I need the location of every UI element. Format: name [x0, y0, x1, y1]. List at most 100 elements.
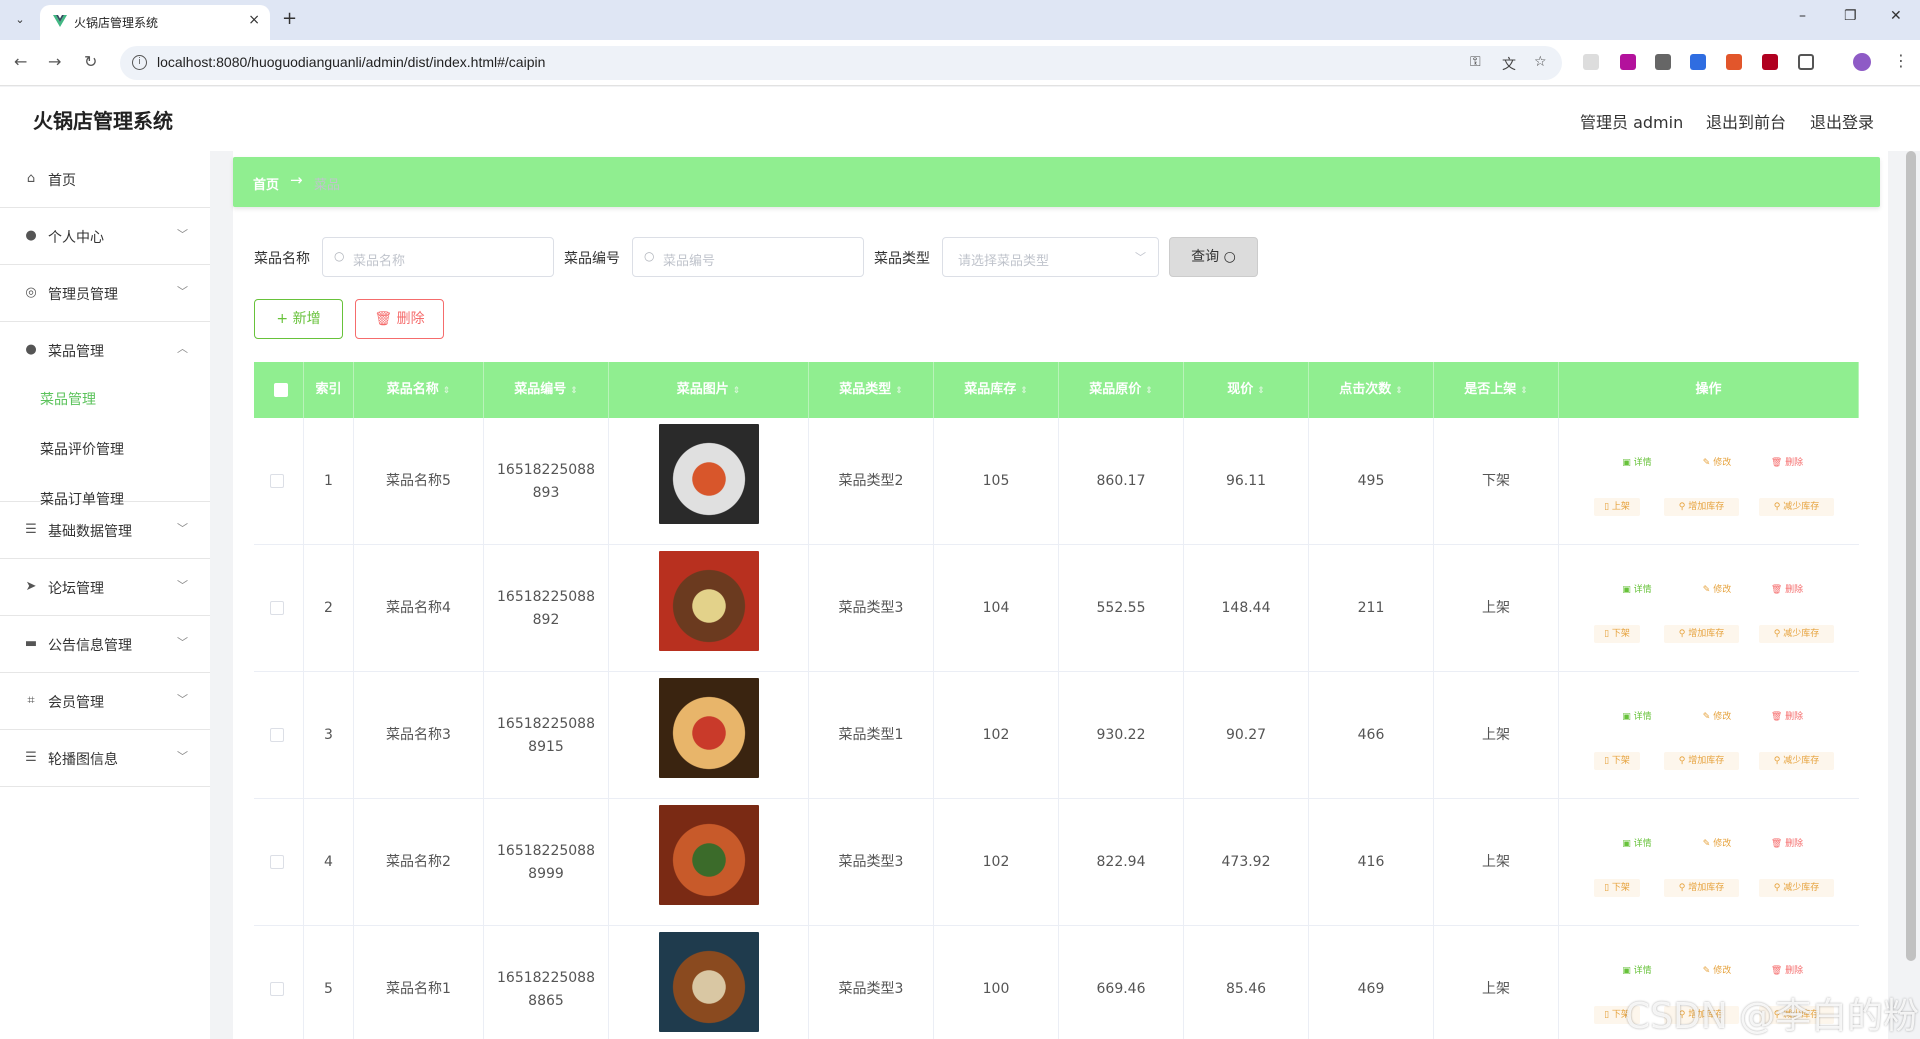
browser-tab[interactable]: 火锅店管理系统 ×: [40, 5, 270, 40]
sort-icon[interactable]: ⇕: [895, 386, 903, 396]
sub-stock-button[interactable]: ⚲ 减少库存: [1759, 752, 1834, 770]
header-select-all[interactable]: [254, 362, 304, 418]
logout-link[interactable]: 退出登录: [1810, 109, 1874, 133]
close-window-icon[interactable]: ✕: [1890, 8, 1902, 24]
address-bar[interactable]: i localhost:8080/huoguodianguanli/admin/…: [120, 46, 1562, 80]
add-stock-button[interactable]: ⚲ 增加库存: [1664, 879, 1739, 897]
extensions-puzzle-icon[interactable]: [1798, 54, 1814, 70]
sort-icon[interactable]: ⇕: [443, 386, 451, 396]
sort-icon[interactable]: ⇕: [733, 386, 741, 396]
sidebar-subitem-reviews[interactable]: 菜品评价管理: [40, 439, 124, 459]
exit-to-front-link[interactable]: 退出到前台: [1706, 109, 1786, 133]
extension-ublock-icon[interactable]: [1762, 54, 1778, 70]
sub-stock-button[interactable]: ⚲ 减少库存: [1759, 498, 1834, 516]
minimize-icon[interactable]: –: [1799, 8, 1806, 24]
edit-button[interactable]: ✎ 修改: [1694, 454, 1740, 472]
name-search-input[interactable]: ○ 菜品名称: [322, 237, 554, 277]
dish-image[interactable]: [658, 424, 759, 524]
dish-image[interactable]: [658, 932, 759, 1032]
sidebar-item-forum[interactable]: ➤ 论坛管理 ﹀: [0, 559, 210, 616]
delete-button[interactable]: 🗑 删除: [1764, 454, 1810, 472]
add-stock-button[interactable]: ⚲ 增加库存: [1664, 498, 1739, 516]
row-checkbox[interactable]: [270, 728, 284, 742]
code-search-input[interactable]: ○ 菜品编号: [632, 237, 864, 277]
translate-icon[interactable]: 文: [1502, 54, 1516, 74]
header-type[interactable]: 菜品类型 ⇕: [809, 362, 934, 418]
select-all-checkbox[interactable]: [274, 383, 288, 397]
tab-list-icon[interactable]: ⌄: [8, 8, 32, 32]
edit-button[interactable]: ✎ 修改: [1694, 708, 1740, 726]
sort-icon[interactable]: ⇕: [1520, 386, 1528, 396]
tab-close-icon[interactable]: ×: [248, 12, 260, 28]
sidebar-item-basic-data[interactable]: ☰ 基础数据管理 ﹀: [0, 502, 210, 559]
shelf-toggle-button[interactable]: ▯ 下架: [1594, 752, 1640, 770]
sidebar-item-notices[interactable]: ▬ 公告信息管理 ﹀: [0, 616, 210, 673]
row-checkbox[interactable]: [270, 474, 284, 488]
sidebar-item-members[interactable]: ⌗ 会员管理 ﹀: [0, 673, 210, 730]
sort-icon[interactable]: ⇕: [1257, 386, 1265, 396]
shelf-toggle-button[interactable]: ▯ 下架: [1594, 625, 1640, 643]
dish-image[interactable]: [658, 678, 759, 778]
delete-button[interactable]: 🗑 删除: [1764, 708, 1810, 726]
header-clicks[interactable]: 点击次数 ⇕: [1309, 362, 1434, 418]
query-button[interactable]: 查询 ○: [1169, 237, 1258, 277]
header-orig-price[interactable]: 菜品原价 ⇕: [1059, 362, 1184, 418]
row-checkbox[interactable]: [270, 982, 284, 996]
header-price[interactable]: 现价 ⇕: [1184, 362, 1309, 418]
edit-button[interactable]: ✎ 修改: [1694, 835, 1740, 853]
detail-button[interactable]: ▣ 详情: [1614, 962, 1660, 980]
sort-icon[interactable]: ⇕: [1395, 386, 1403, 396]
sort-icon[interactable]: ⇕: [1020, 386, 1028, 396]
extension-layers-icon[interactable]: [1690, 54, 1706, 70]
extension-pp-icon[interactable]: [1620, 54, 1636, 70]
new-tab-button[interactable]: +: [282, 8, 297, 29]
delete-button[interactable]: 🗑 删除: [1764, 835, 1810, 853]
sidebar-item-home[interactable]: ⌂ 首页: [0, 151, 210, 208]
edit-button[interactable]: ✎ 修改: [1694, 962, 1740, 980]
extension-cursor-icon[interactable]: [1583, 54, 1599, 70]
page-scrollbar[interactable]: [1906, 151, 1916, 961]
breadcrumb-home[interactable]: 首页: [253, 174, 279, 193]
delete-button[interactable]: 🗑 删除: [1764, 581, 1810, 599]
profile-avatar-icon[interactable]: [1853, 53, 1871, 71]
sidebar-item-admins[interactable]: ◎ 管理员管理 ﹀: [0, 265, 210, 322]
bookmark-star-icon[interactable]: ☆: [1534, 54, 1547, 70]
sidebar-item-carousel[interactable]: ☰ 轮播图信息 ﹀: [0, 730, 210, 787]
add-button[interactable]: + 新增: [254, 299, 343, 339]
delete-button[interactable]: 🗑 删除: [1764, 962, 1810, 980]
batch-delete-button[interactable]: 🗑 删除: [355, 299, 444, 339]
sort-icon[interactable]: ⇕: [570, 386, 578, 396]
sub-stock-button[interactable]: ⚲ 减少库存: [1759, 879, 1834, 897]
shelf-toggle-button[interactable]: ▯ 上架: [1594, 498, 1640, 516]
detail-button[interactable]: ▣ 详情: [1614, 708, 1660, 726]
header-code[interactable]: 菜品编号 ⇕: [484, 362, 609, 418]
add-stock-button[interactable]: ⚲ 增加库存: [1664, 625, 1739, 643]
detail-button[interactable]: ▣ 详情: [1614, 454, 1660, 472]
detail-button[interactable]: ▣ 详情: [1614, 581, 1660, 599]
extension-game-icon[interactable]: [1655, 54, 1671, 70]
sidebar-item-personal[interactable]: ● 个人中心 ﹀: [0, 208, 210, 265]
dish-image[interactable]: [658, 805, 759, 905]
url-text[interactable]: localhost:8080/huoguodianguanli/admin/di…: [157, 54, 545, 70]
reload-icon[interactable]: ↻: [84, 52, 97, 71]
edit-button[interactable]: ✎ 修改: [1694, 581, 1740, 599]
header-stock[interactable]: 菜品库存 ⇕: [934, 362, 1059, 418]
forward-icon[interactable]: →: [48, 52, 61, 71]
site-info-icon[interactable]: i: [132, 55, 147, 70]
type-select[interactable]: 请选择菜品类型 ﹀: [942, 237, 1159, 277]
back-icon[interactable]: ←: [14, 52, 27, 71]
row-checkbox[interactable]: [270, 601, 284, 615]
header-on-shelf[interactable]: 是否上架 ⇕: [1434, 362, 1559, 418]
sub-stock-button[interactable]: ⚲ 减少库存: [1759, 625, 1834, 643]
shelf-toggle-button[interactable]: ▯ 下架: [1594, 879, 1640, 897]
sidebar-item-dishes[interactable]: ● 菜品管理 ︿ 菜品管理 菜品评价管理 菜品订单管理: [0, 322, 210, 508]
browser-menu-icon[interactable]: ⋮: [1893, 51, 1909, 70]
dish-image[interactable]: [658, 551, 759, 651]
sort-icon[interactable]: ⇕: [1145, 386, 1153, 396]
header-image[interactable]: 菜品图片 ⇕: [609, 362, 809, 418]
password-key-icon[interactable]: ⚿: [1470, 54, 1481, 70]
detail-button[interactable]: ▣ 详情: [1614, 835, 1660, 853]
sidebar-subitem-dishes[interactable]: 菜品管理: [40, 389, 96, 409]
row-checkbox[interactable]: [270, 855, 284, 869]
header-name[interactable]: 菜品名称 ⇕: [354, 362, 484, 418]
